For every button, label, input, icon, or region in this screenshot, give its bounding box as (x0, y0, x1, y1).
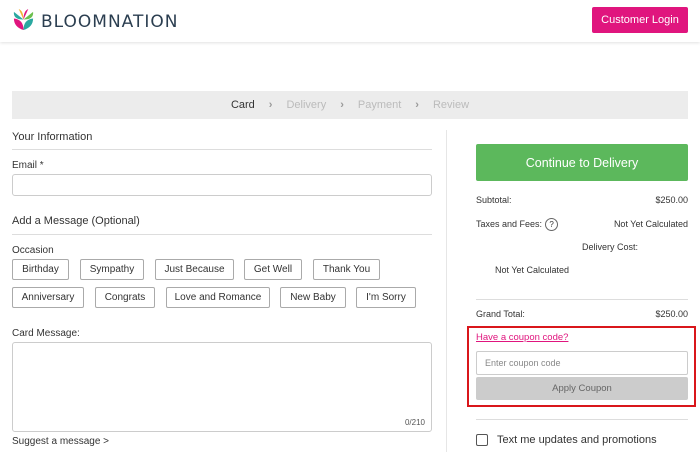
suggest-message-link[interactable]: Suggest a message > (12, 436, 109, 447)
subtotal-label: Subtotal: (476, 195, 512, 205)
sms-opt-in[interactable]: Text me updates and promotions (476, 434, 657, 446)
your-information-title: Your Information (12, 131, 93, 143)
taxes-label-row: Taxes and Fees:? (476, 218, 559, 231)
coupon-code-input[interactable] (476, 351, 688, 375)
section-divider (12, 234, 432, 235)
add-message-title: Add a Message (Optional) (12, 215, 140, 227)
card-message-textarea[interactable]: 0/210 (12, 342, 432, 432)
chevron-right-icon: › (268, 99, 273, 111)
checkout-steps: Card › Delivery › Payment › Review (12, 91, 688, 119)
step-card: Card (230, 99, 255, 111)
brand-name: BLOOMNATION (41, 12, 179, 32)
occasion-anniversary-button[interactable]: Anniversary (12, 287, 84, 308)
customer-login-button[interactable]: Customer Login (592, 7, 688, 33)
taxes-value: Not Yet Calculated (613, 219, 688, 229)
occasion-sympathy-button[interactable]: Sympathy (80, 259, 144, 280)
step-payment: Payment (357, 99, 402, 111)
continue-to-delivery-button[interactable]: Continue to Delivery (476, 144, 688, 181)
chevron-right-icon: › (415, 99, 419, 111)
occasion-congrats-button[interactable]: Congrats (95, 287, 155, 308)
section-divider (12, 149, 432, 150)
email-label: Email * (12, 160, 44, 171)
card-message-label: Card Message: (12, 328, 80, 339)
sms-opt-in-checkbox[interactable] (476, 434, 488, 446)
step-review: Review (432, 99, 470, 111)
occasion-love-romance-button[interactable]: Love and Romance (166, 287, 270, 308)
occasion-label: Occasion (12, 245, 54, 256)
sms-opt-in-label: Text me updates and promotions (497, 434, 657, 446)
help-icon[interactable]: ? (545, 218, 559, 231)
brand-logo[interactable]: BLOOMNATION (12, 8, 178, 36)
bloomnation-logo-icon (12, 8, 35, 36)
chevron-right-icon: › (340, 99, 344, 111)
step-delivery: Delivery (286, 99, 327, 111)
grand-total-label: Grand Total: (476, 309, 525, 319)
subtotal-value: $250.00 (655, 195, 688, 205)
coupon-code-link[interactable]: Have a coupon code? (476, 332, 568, 343)
summary-divider (476, 419, 688, 420)
occasion-birthday-button[interactable]: Birthday (12, 259, 69, 280)
apply-coupon-button[interactable]: Apply Coupon (476, 377, 688, 400)
occasion-new-baby-button[interactable]: New Baby (280, 287, 346, 308)
occasion-get-well-button[interactable]: Get Well (244, 259, 302, 280)
character-count: 0/210 (404, 418, 425, 427)
delivery-cost-value: Not Yet Calculated (495, 265, 570, 275)
site-header: BLOOMNATION Customer Login (0, 0, 700, 42)
column-divider (446, 130, 447, 452)
delivery-cost-label: Delivery Cost: (582, 242, 639, 252)
grand-total-value: $250.00 (655, 309, 688, 319)
taxes-label: Taxes and Fees: (476, 218, 543, 229)
occasion-thank-you-button[interactable]: Thank You (313, 259, 380, 280)
summary-divider (476, 299, 688, 300)
occasion-just-because-button[interactable]: Just Because (155, 259, 234, 280)
occasion-im-sorry-button[interactable]: I'm Sorry (356, 287, 416, 308)
email-field[interactable] (12, 174, 432, 196)
